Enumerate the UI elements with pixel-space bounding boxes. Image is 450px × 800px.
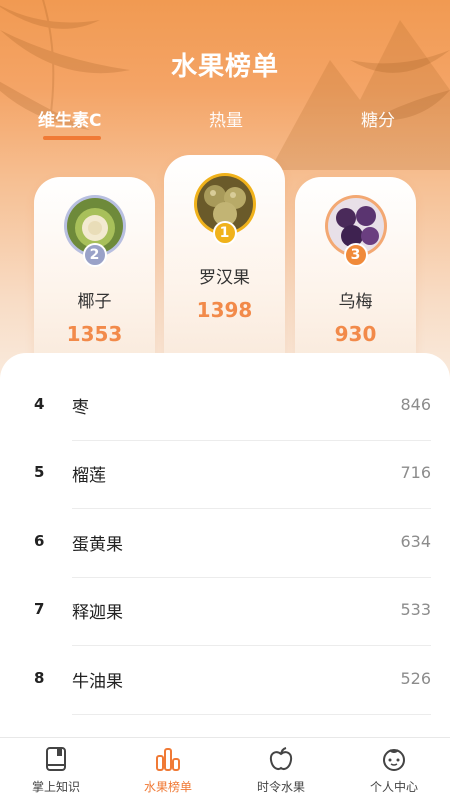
fruit-name: 蛋黄果 bbox=[72, 535, 123, 555]
rank-number: 7 bbox=[34, 600, 45, 618]
bottom-tab-bar: 掌上知识 水果榜单 时令水果 个人中心 bbox=[0, 737, 450, 800]
tab-label: 个人中心 bbox=[369, 780, 418, 794]
tab-sugar[interactable]: 糖分 bbox=[361, 106, 395, 131]
bamboo-leaf-decoration bbox=[0, 0, 130, 130]
fruit-name: 释迦果 bbox=[72, 603, 123, 623]
medal-1-icon: 1 bbox=[212, 221, 237, 245]
rank-number: 6 bbox=[34, 532, 45, 550]
fruit-name: 枣 bbox=[72, 398, 89, 418]
face-icon bbox=[383, 749, 405, 771]
chart-icon bbox=[156, 748, 180, 771]
list-item[interactable]: 6 蛋黄果 634 bbox=[0, 490, 450, 578]
tab-calories[interactable]: 热量 bbox=[209, 106, 243, 131]
fruit-name: 牛油果 bbox=[72, 672, 123, 692]
list-item[interactable]: 4 枣 846 bbox=[0, 353, 450, 441]
ranking-list: 4 枣 846 5 榴莲 716 6 蛋黄果 634 7 释迦果 533 8 牛… bbox=[0, 353, 450, 737]
category-tabs: 维生素C 热量 糖分 bbox=[0, 106, 450, 146]
fruit-value: 533 bbox=[400, 600, 431, 619]
list-item[interactable]: 8 牛油果 526 bbox=[0, 627, 450, 715]
active-tab-indicator bbox=[43, 136, 101, 140]
list-item[interactable]: 7 释迦果 533 bbox=[0, 558, 450, 646]
divider bbox=[72, 714, 431, 715]
tab-profile[interactable]: 个人中心 bbox=[338, 738, 450, 800]
fruit-value: 1353 bbox=[66, 322, 123, 346]
tab-label: 掌上知识 bbox=[31, 780, 80, 794]
fruit-value: 634 bbox=[400, 532, 431, 551]
apple-icon bbox=[269, 747, 293, 770]
medal-2-icon: 2 bbox=[82, 243, 107, 267]
rank-number: 5 bbox=[34, 463, 45, 481]
rank-number: 4 bbox=[34, 395, 45, 413]
fruit-value: 846 bbox=[400, 395, 431, 414]
tab-label: 时令水果 bbox=[256, 780, 305, 794]
podium-card-rank-1[interactable]: 1 罗汉果 1398 bbox=[164, 155, 285, 377]
fruit-name: 罗汉果 bbox=[199, 268, 250, 288]
podium-card-rank-3[interactable]: 3 乌梅 930 bbox=[295, 177, 416, 377]
fruit-name: 乌梅 bbox=[338, 292, 373, 312]
fruit-name: 榴莲 bbox=[72, 466, 106, 486]
fruit-value: 526 bbox=[400, 669, 431, 688]
tab-knowledge[interactable]: 掌上知识 bbox=[0, 738, 112, 800]
tab-label: 水果榜单 bbox=[143, 780, 192, 794]
podium-card-rank-2[interactable]: 2 椰子 1353 bbox=[34, 177, 155, 377]
header-background: 水果榜单 维生素C 热量 糖分 2 椰子 1353 1 罗汉果 1398 3 乌… bbox=[0, 0, 450, 400]
fruit-value: 1398 bbox=[196, 298, 253, 322]
book-icon bbox=[46, 747, 66, 771]
fruit-value: 716 bbox=[400, 463, 431, 482]
tab-seasonal[interactable]: 时令水果 bbox=[225, 738, 337, 800]
rank-number: 8 bbox=[34, 669, 45, 687]
medal-3-icon: 3 bbox=[343, 243, 368, 267]
tab-ranking[interactable]: 水果榜单 bbox=[112, 738, 224, 800]
fruit-value: 930 bbox=[334, 322, 377, 346]
page-title: 水果榜单 bbox=[170, 52, 279, 82]
list-item[interactable]: 5 榴莲 716 bbox=[0, 421, 450, 509]
tab-vitamin-c[interactable]: 维生素C bbox=[38, 106, 101, 131]
fruit-name: 椰子 bbox=[77, 292, 112, 312]
